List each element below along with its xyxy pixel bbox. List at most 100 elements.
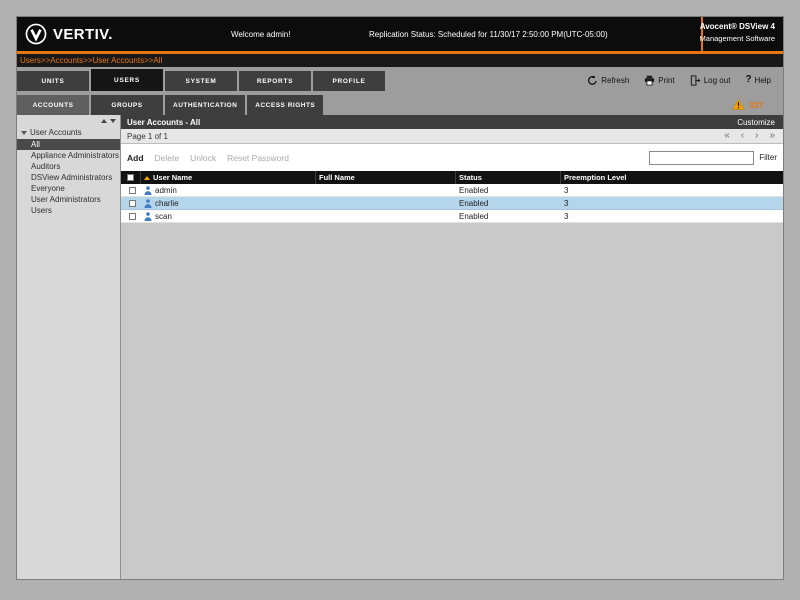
table-row-admin[interactable]: admin Enabled 3 bbox=[121, 184, 783, 197]
sidebar-item-users[interactable]: Users bbox=[17, 205, 120, 216]
tab-users[interactable]: USERS bbox=[91, 69, 163, 91]
column-label-preemption-level: Preemption Level bbox=[564, 173, 627, 182]
page-title: User Accounts - All bbox=[127, 117, 201, 127]
last-page-icon[interactable]: » bbox=[769, 131, 775, 141]
product-title: Avocent® DSView 4 bbox=[699, 22, 775, 31]
table-row-charlie[interactable]: charlie Enabled 3 bbox=[121, 197, 783, 210]
column-header-preemption-level[interactable]: Preemption Level bbox=[561, 171, 783, 184]
next-page-icon[interactable]: › bbox=[755, 131, 758, 141]
preemption-level-cell: 3 bbox=[564, 198, 569, 208]
status-cell: Enabled bbox=[459, 211, 489, 221]
full-name-cell bbox=[316, 210, 456, 222]
sidebar-tree: User Accounts All Appliance Administrato… bbox=[17, 115, 121, 579]
user-icon bbox=[144, 185, 152, 195]
select-all-checkbox[interactable] bbox=[127, 174, 134, 181]
tree-expander-icon bbox=[21, 130, 27, 135]
status-cell: Enabled bbox=[459, 185, 489, 195]
help-icon: ? bbox=[745, 74, 752, 85]
sidebar-item-all[interactable]: All bbox=[17, 139, 120, 150]
replication-status: Replication Status: Scheduled for 11/30/… bbox=[369, 29, 608, 39]
tab-reports[interactable]: REPORTS bbox=[239, 71, 311, 91]
content-area: User Accounts All Appliance Administrato… bbox=[17, 115, 783, 579]
user-name-cell: charlie bbox=[141, 197, 316, 209]
filter-input[interactable] bbox=[649, 150, 755, 165]
refresh-icon bbox=[587, 74, 598, 86]
sub-tab-bar: ACCOUNTS GROUPS AUTHENTICATION ACCESS RI… bbox=[17, 95, 783, 115]
row-checkbox[interactable] bbox=[129, 212, 136, 220]
user-name-cell: admin bbox=[141, 184, 316, 196]
column-header-status[interactable]: Status bbox=[456, 171, 561, 184]
user-name-cell: scan bbox=[141, 210, 316, 222]
table-row-scan[interactable]: scan Enabled 3 bbox=[121, 210, 783, 223]
first-page-icon[interactable]: « bbox=[724, 131, 730, 141]
refresh-label: Refresh bbox=[601, 75, 630, 85]
brand-wordmark: VERTIV. bbox=[53, 25, 113, 43]
row-check-cell bbox=[121, 184, 141, 196]
breadcrumb[interactable]: Users>>Accounts>>User Accounts>>All bbox=[17, 54, 783, 67]
customize-link[interactable]: Customize bbox=[737, 118, 775, 127]
row-check-cell bbox=[121, 210, 141, 222]
tree-root-label: User Accounts bbox=[30, 128, 82, 137]
user-name-link[interactable]: charlie bbox=[155, 199, 179, 208]
row-check-cell bbox=[121, 197, 141, 209]
logout-icon bbox=[690, 74, 701, 86]
tab-profile[interactable]: PROFILE bbox=[313, 71, 385, 91]
subtab-access-rights[interactable]: ACCESS RIGHTS bbox=[247, 95, 324, 115]
row-checkbox[interactable] bbox=[129, 186, 136, 194]
preemption-level-cell: 3 bbox=[564, 185, 569, 195]
preemption-level-cell: 3 bbox=[564, 211, 569, 221]
sidebar-item-everyone[interactable]: Everyone bbox=[17, 183, 120, 194]
alert-indicator[interactable]: 337 bbox=[731, 99, 763, 110]
sidebar-item-dsview-administrators[interactable]: DSView Administrators bbox=[17, 172, 120, 183]
subtab-authentication[interactable]: AUTHENTICATION bbox=[165, 95, 246, 115]
vertiv-logo-icon bbox=[25, 23, 47, 45]
user-icon bbox=[144, 198, 152, 208]
main-panel: User Accounts - All Customize Page 1 of … bbox=[121, 115, 783, 579]
previous-page-icon[interactable]: ‹ bbox=[741, 131, 744, 141]
main-tab-bar: UNITS USERS SYSTEM REPORTS PROFILE Refre… bbox=[17, 69, 783, 91]
tab-units[interactable]: UNITS bbox=[17, 71, 89, 91]
page-info: Page 1 of 1 bbox=[127, 131, 168, 141]
sidebar-item-appliance-administrators[interactable]: Appliance Administrators bbox=[17, 150, 120, 161]
user-icon bbox=[144, 211, 152, 221]
delete-button[interactable]: Delete bbox=[155, 153, 180, 163]
subtab-accounts[interactable]: ACCOUNTS bbox=[17, 95, 89, 115]
welcome-text: Welcome admin! bbox=[231, 29, 291, 39]
reset-password-button[interactable]: Reset Password bbox=[227, 153, 289, 163]
select-all-cell bbox=[121, 171, 141, 184]
unlock-button[interactable]: Unlock bbox=[190, 153, 216, 163]
tree-scroll-up-icon[interactable] bbox=[101, 119, 107, 123]
refresh-button[interactable]: Refresh bbox=[587, 74, 630, 86]
column-header-user-name[interactable]: User Name bbox=[141, 171, 316, 184]
row-checkbox[interactable] bbox=[129, 199, 136, 207]
logout-label: Log out bbox=[703, 75, 731, 85]
warning-icon bbox=[731, 99, 745, 110]
column-header-full-name[interactable]: Full Name bbox=[316, 171, 456, 184]
user-name-link[interactable]: scan bbox=[155, 212, 172, 221]
filter-button[interactable]: Filter bbox=[759, 153, 777, 162]
column-label-status: Status bbox=[459, 173, 482, 182]
product-subtitle: Management Software bbox=[699, 34, 775, 43]
help-button[interactable]: ? Help bbox=[745, 75, 771, 85]
tree-node-user-accounts[interactable]: User Accounts bbox=[17, 127, 120, 139]
pagination-bar: Page 1 of 1 « ‹ › » bbox=[121, 129, 783, 144]
column-label-user-name: User Name bbox=[153, 173, 193, 182]
status-cell: Enabled bbox=[459, 198, 489, 208]
help-label: Help bbox=[754, 75, 771, 85]
add-button[interactable]: Add bbox=[127, 153, 144, 163]
sidebar-item-user-administrators[interactable]: User Administrators bbox=[17, 194, 120, 205]
filter-group: Filter bbox=[649, 150, 777, 165]
empty-area bbox=[121, 223, 783, 579]
tab-system[interactable]: SYSTEM bbox=[165, 71, 237, 91]
sidebar-item-auditors[interactable]: Auditors bbox=[17, 161, 120, 172]
user-name-link[interactable]: admin bbox=[155, 186, 177, 195]
pagination-controls: « ‹ › » bbox=[724, 131, 775, 141]
table-toolbar: Add Delete Unlock Reset Password Filter bbox=[121, 144, 783, 171]
full-name-cell bbox=[316, 197, 456, 209]
print-button[interactable]: Print bbox=[644, 75, 675, 86]
subtab-groups[interactable]: GROUPS bbox=[91, 95, 163, 115]
logout-button[interactable]: Log out bbox=[690, 74, 731, 86]
print-label: Print bbox=[658, 75, 675, 85]
tree-scroll-down-icon[interactable] bbox=[110, 119, 116, 123]
vertiv-brand: VERTIV. bbox=[25, 23, 113, 45]
